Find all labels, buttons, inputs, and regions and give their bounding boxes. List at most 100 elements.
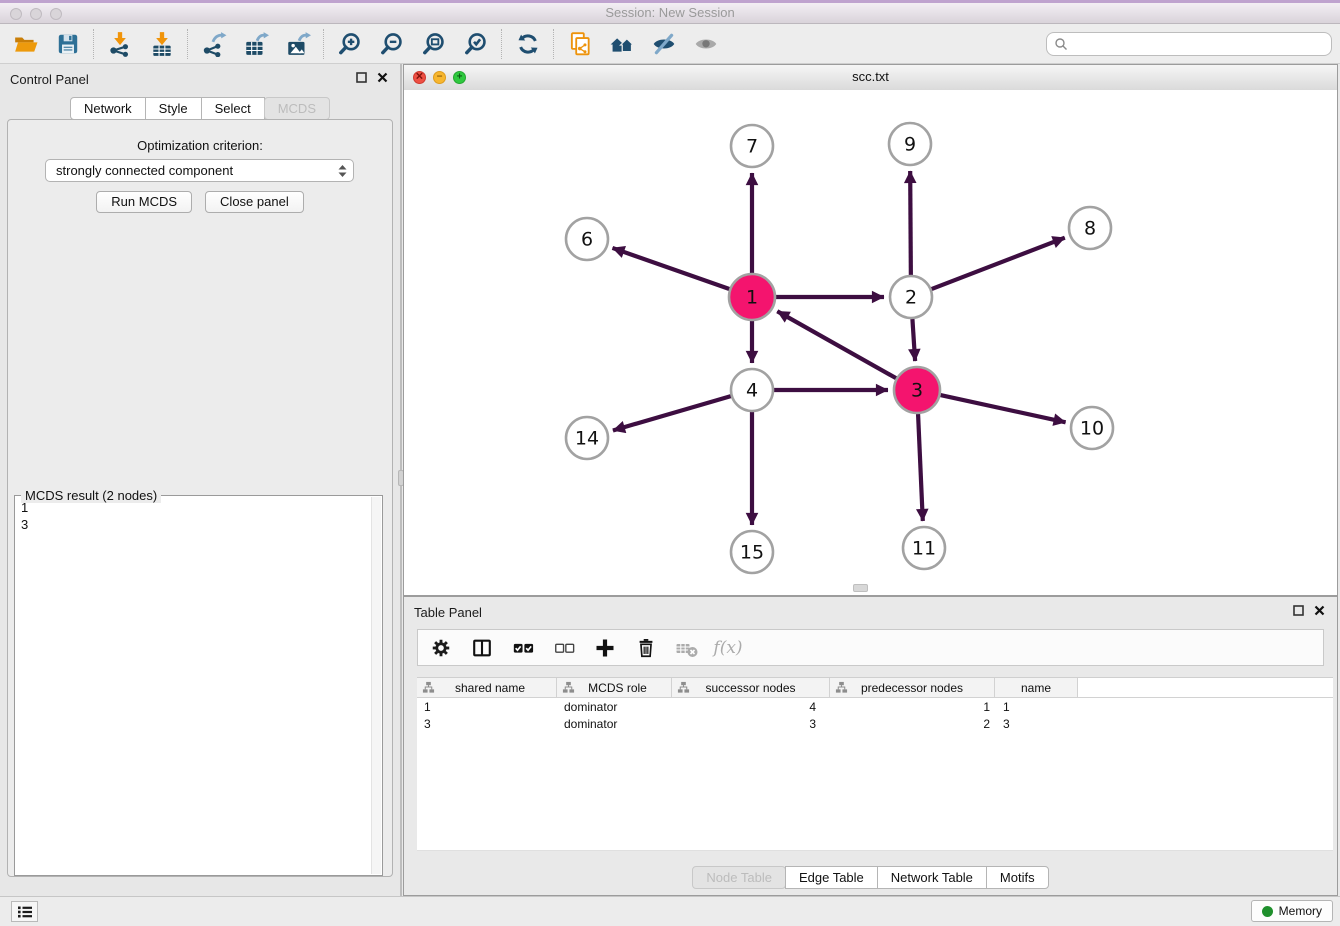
graph-node-10[interactable]: 10: [1071, 407, 1113, 449]
tab-network-table[interactable]: Network Table: [877, 866, 987, 889]
select-stepper-icon: [338, 164, 347, 178]
graph-node-label: 15: [740, 542, 764, 564]
float-panel-icon[interactable]: [1293, 605, 1304, 616]
apply-layout-button[interactable]: [510, 28, 546, 60]
search-box[interactable]: [1046, 32, 1332, 56]
network-files-button[interactable]: [562, 28, 598, 60]
add-column-button[interactable]: [592, 635, 618, 661]
graph-node-4[interactable]: 4: [731, 369, 773, 411]
graph-edge-1-6[interactable]: [612, 248, 729, 289]
table-row[interactable]: 3 dominator 3 2 3: [417, 715, 1333, 732]
graph-node-14[interactable]: 14: [566, 417, 608, 459]
graph-edge-2-9[interactable]: [910, 171, 911, 275]
column-header-successor-nodes[interactable]: successor nodes: [672, 678, 830, 697]
show-graphics-button[interactable]: [688, 28, 724, 60]
homes-button[interactable]: [604, 28, 640, 60]
column-header-name[interactable]: name: [995, 678, 1078, 697]
fx-icon: f(x): [713, 638, 742, 658]
column-header-predecessor-nodes[interactable]: predecessor nodes: [830, 678, 995, 697]
column-header-shared-name[interactable]: shared name: [417, 678, 557, 697]
export-image-icon: [285, 31, 311, 57]
tab-style[interactable]: Style: [145, 97, 202, 120]
network-files-icon: [567, 31, 593, 57]
zoom-selected-button[interactable]: [458, 28, 494, 60]
zoom-in-button[interactable]: [332, 28, 368, 60]
optimization-criterion-label: Optimization criterion:: [8, 138, 392, 153]
result-scrollbar[interactable]: [371, 497, 381, 874]
import-network-icon: [107, 31, 133, 57]
tab-node-table[interactable]: Node Table: [692, 866, 786, 889]
graph-node-15[interactable]: 15: [731, 531, 773, 573]
graph-node-label: 9: [904, 134, 916, 156]
graph-node-9[interactable]: 9: [889, 123, 931, 165]
graph-node-label: 11: [912, 538, 936, 560]
graph-node-6[interactable]: 6: [566, 218, 608, 260]
canvas-splitter-grip[interactable]: [853, 584, 868, 592]
search-input[interactable]: [1073, 35, 1331, 52]
graph-node-11[interactable]: 11: [903, 527, 945, 569]
graph-edge-2-3[interactable]: [912, 319, 915, 361]
app-title: Session: New Session: [0, 5, 1340, 20]
run-mcds-button[interactable]: Run MCDS: [96, 191, 192, 213]
graph-node-label: 2: [905, 287, 917, 309]
column-header-mcds-role[interactable]: MCDS role: [557, 678, 672, 697]
network-window-titlebar[interactable]: ✕ − + scc.txt: [404, 65, 1337, 91]
tab-network[interactable]: Network: [70, 97, 146, 120]
criterion-select[interactable]: strongly connected component: [45, 159, 354, 182]
close-panel-button[interactable]: Close panel: [205, 191, 304, 213]
task-history-button[interactable]: [11, 901, 38, 922]
toggle-panes-button[interactable]: [469, 635, 495, 661]
graph-node-label: 8: [1084, 218, 1096, 240]
tab-edge-table[interactable]: Edge Table: [785, 866, 878, 889]
hide-graphics-button[interactable]: [646, 28, 682, 60]
graph-node-1[interactable]: 1: [729, 274, 775, 320]
houses-icon: [609, 31, 635, 57]
toolbar-separator: [553, 29, 555, 59]
graph-edge-3-1[interactable]: [777, 311, 896, 378]
memory-status-dot: [1262, 906, 1273, 917]
select-all-button[interactable]: [510, 635, 536, 661]
tab-select[interactable]: Select: [201, 97, 265, 120]
graph-edge-4-14[interactable]: [613, 396, 731, 430]
column-type-icon: [422, 681, 435, 694]
network-graph[interactable]: 7 9 6 8 1 2 4 3 14 10 15 11: [404, 90, 1337, 595]
export-network-icon: [201, 31, 227, 57]
deselect-all-button[interactable]: [551, 635, 577, 661]
open-folder-icon: [13, 31, 39, 57]
graph-edge-3-11[interactable]: [918, 414, 923, 521]
zoom-fit-icon: [421, 31, 447, 57]
table-row[interactable]: 1 dominator 4 1 1: [417, 698, 1333, 715]
close-panel-icon[interactable]: [1314, 605, 1325, 616]
memory-button[interactable]: Memory: [1251, 900, 1333, 922]
tab-mcds[interactable]: MCDS: [264, 97, 330, 120]
import-table-button[interactable]: [144, 28, 180, 60]
graph-edge-2-8[interactable]: [932, 238, 1065, 289]
float-panel-icon[interactable]: [356, 72, 367, 83]
graph-edge-3-10[interactable]: [940, 395, 1065, 422]
save-session-button[interactable]: [50, 28, 86, 60]
cell-predecessor-nodes: 1: [830, 700, 995, 714]
import-network-button[interactable]: [102, 28, 138, 60]
graph-node-3[interactable]: 3: [894, 367, 940, 413]
mcds-result-text[interactable]: 1 3: [21, 499, 28, 533]
mcds-panel: Optimization criterion: strongly connect…: [7, 119, 393, 877]
graph-node-8[interactable]: 8: [1069, 207, 1111, 249]
export-network-button[interactable]: [196, 28, 232, 60]
table-settings-button[interactable]: [428, 635, 454, 661]
split-panes-icon: [471, 637, 493, 659]
network-canvas[interactable]: 7 9 6 8 1 2 4 3 14 10 15 11: [404, 90, 1337, 595]
graph-node-7[interactable]: 7: [731, 125, 773, 167]
control-panel: Control Panel Network Style Select MCDS …: [0, 64, 402, 896]
graph-node-2[interactable]: 2: [890, 276, 932, 318]
close-panel-icon[interactable]: [377, 72, 388, 83]
delete-column-button[interactable]: [633, 635, 659, 661]
open-session-button[interactable]: [8, 28, 44, 60]
graph-node-label: 4: [746, 380, 758, 402]
zoom-out-button[interactable]: [374, 28, 410, 60]
toolbar-separator: [323, 29, 325, 59]
tab-motifs[interactable]: Motifs: [986, 866, 1049, 889]
export-table-button[interactable]: [238, 28, 274, 60]
export-image-button[interactable]: [280, 28, 316, 60]
zoom-fit-button[interactable]: [416, 28, 452, 60]
table-panel: Table Panel: [403, 596, 1338, 896]
